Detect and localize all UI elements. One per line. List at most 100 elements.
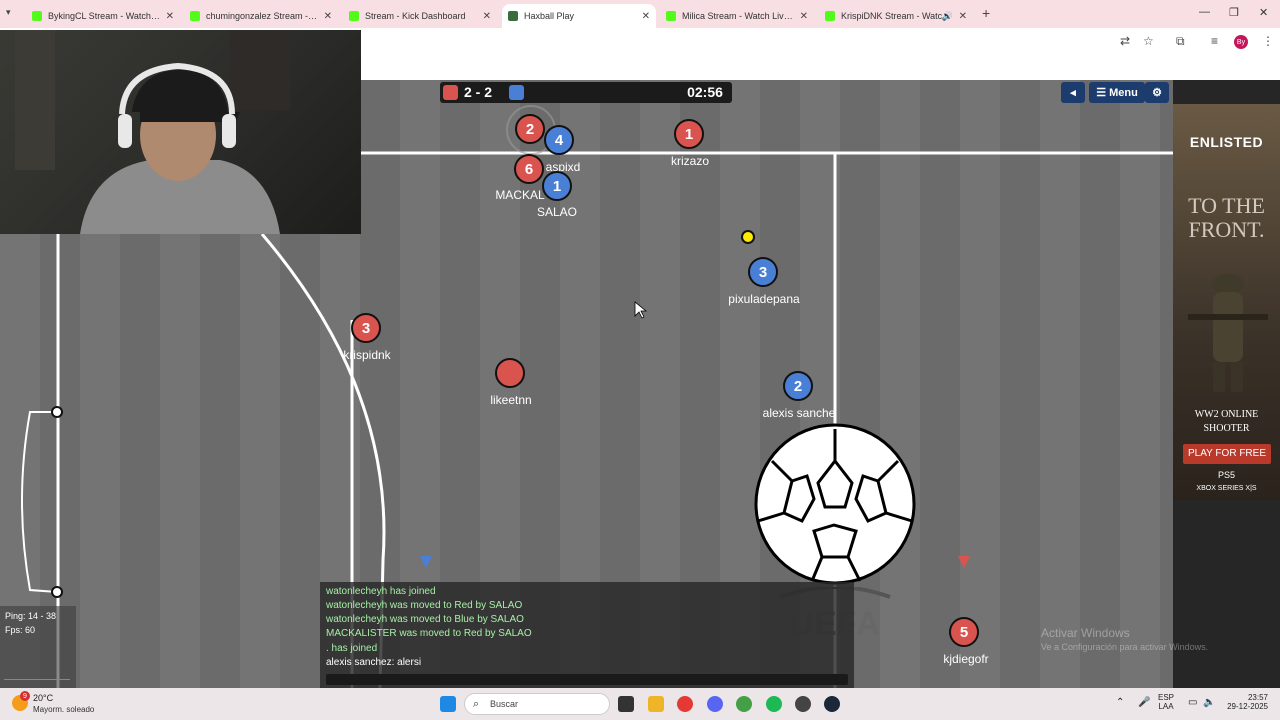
player-number: 3 [361, 319, 371, 337]
close-tab-icon[interactable]: ✕ [483, 11, 491, 22]
task-view-icon[interactable] [618, 696, 634, 712]
hamburger-icon: ☰ [1096, 87, 1107, 99]
player-blue: 3 [748, 257, 778, 287]
weather-description: Mayorm. soleado [33, 705, 95, 714]
close-window-icon[interactable]: ✕ [1259, 6, 1268, 19]
tray-chevron-icon[interactable]: ⌃ [1116, 697, 1124, 708]
score-text: 2 - 2 [464, 84, 493, 100]
close-tab-icon[interactable]: ✕ [800, 11, 808, 22]
chrome-icon[interactable] [677, 696, 693, 712]
tab-title: chumingonzalez Stream - Watc [206, 11, 318, 21]
game-ball [741, 230, 755, 244]
soldier-image-icon [1188, 274, 1268, 392]
chat-message: alexis sanchez: alersi [326, 657, 422, 668]
clock-date: 29-12-2025 [1227, 702, 1268, 711]
blue-team-icon [509, 85, 524, 100]
close-tab-icon[interactable]: ✕ [324, 11, 332, 22]
minimize-icon[interactable]: — [1199, 6, 1210, 18]
kick-favicon-icon [32, 11, 42, 21]
match-timer: 02:56 [687, 84, 723, 100]
player-number: 6 [524, 160, 534, 178]
browser-tab-bar: ▾ BykingCL Stream - Watch Live o ✕ chumi… [0, 0, 1280, 28]
media-control-icon[interactable]: ≡ [1211, 34, 1218, 48]
tab-krispidnk[interactable]: KrispiDNK Stream - Watch L 🔊 ✕ [819, 4, 973, 28]
close-tab-icon[interactable]: ✕ [642, 11, 650, 22]
volume-icon[interactable]: 🔈 [1203, 697, 1215, 708]
player-number: 5 [959, 623, 969, 641]
kick-favicon-icon [666, 11, 676, 21]
fps-text: Fps: 60 [5, 625, 36, 635]
ps5-label: PS5 [1217, 470, 1235, 480]
settings-gear-icon[interactable]: ⚙ [1145, 82, 1169, 103]
close-tab-icon[interactable]: ✕ [166, 11, 174, 22]
bookmark-star-icon[interactable]: ☆ [1143, 34, 1154, 48]
chat-message: . has joined [326, 643, 378, 654]
tab-title: Stream - Kick Dashboard [365, 11, 466, 21]
player-number: 2 [793, 377, 803, 395]
watermark-title: Activar Windows [1041, 626, 1130, 640]
tab-chumingonzalez[interactable]: chumingonzalez Stream - Watc ✕ [184, 4, 338, 28]
player-blue: 4 [544, 125, 574, 155]
language-code: ESP [1158, 693, 1175, 702]
player-number: 4 [554, 131, 564, 149]
network-icon[interactable]: ▭ [1188, 697, 1197, 708]
menu-label: Menu [1109, 86, 1138, 99]
spotify-icon[interactable] [766, 696, 782, 712]
chat-panel: watonlecheyh has joined watonlecheyh was… [320, 582, 854, 688]
red-team-icon [443, 85, 458, 100]
ping-graph [4, 679, 70, 680]
tab-haxball-play[interactable]: Haxball Play ✕ [502, 4, 656, 28]
ping-panel: Ping: 14 - 38 Fps: 60 [0, 606, 76, 688]
ad-headline: TO THE FRONT. [1188, 193, 1265, 242]
chat-message: MACKALISTER was moved to Red by SALAO [326, 628, 532, 639]
player-red: 6 [514, 154, 544, 184]
windows-taskbar: 9 20°C Mayorm. soleado ⌕ Buscar ⌃ 🎤 ESP … [0, 688, 1280, 720]
tab-milica[interactable]: Milica Stream - Watch Live on K ✕ [660, 4, 814, 28]
tab-title: Haxball Play [524, 11, 575, 21]
player-blue: 1 [542, 171, 572, 201]
translate-icon[interactable]: ⇄ [1120, 34, 1130, 48]
player-blue: 2 [783, 371, 813, 401]
chrome-active-icon[interactable] [736, 696, 752, 712]
play-for-free-button[interactable]: PLAY FOR FREE [1183, 444, 1271, 464]
steam-icon[interactable] [824, 696, 840, 712]
player-number: 3 [758, 263, 768, 281]
windows-start-icon[interactable] [440, 696, 456, 712]
watermark-sub: Ve a Configuración para activar Windows. [1041, 642, 1209, 652]
xbox-label: XBOX SERIES X|S [1196, 485, 1257, 492]
more-menu-icon[interactable]: ⋮ [1262, 34, 1274, 48]
sound-icon[interactable]: ◂ [1061, 82, 1085, 103]
player-name: alexis sanche [762, 406, 836, 420]
ad-sub-line: SHOOTER [1203, 423, 1250, 434]
chat-input[interactable] [326, 674, 848, 685]
new-tab-button[interactable]: + [982, 5, 990, 21]
profile-avatar[interactable]: By [1234, 35, 1248, 49]
notification-badge: 9 [20, 691, 30, 701]
ad-subtitle: WW2 ONLINE SHOOTER [1173, 408, 1280, 436]
tab-title: Milica Stream - Watch Live on K [682, 11, 794, 21]
tab-title: KrispiDNK Stream - Watch L [841, 11, 953, 21]
tab-search-chevron-icon[interactable]: ▾ [6, 7, 11, 18]
extensions-icon[interactable]: ⧉ [1176, 34, 1185, 49]
discord-icon[interactable] [707, 696, 723, 712]
player-red: 3 [351, 313, 381, 343]
player-number: 2 [525, 120, 535, 138]
player-red: 2 [515, 114, 545, 144]
file-explorer-icon[interactable] [648, 696, 664, 712]
chat-message: watonlecheyh has joined [326, 586, 436, 597]
menu-button[interactable]: ☰ Menu [1089, 82, 1145, 103]
kick-favicon-icon [825, 11, 835, 21]
language-indicator[interactable]: ESP LAA [1158, 693, 1174, 711]
obs-icon[interactable] [795, 696, 811, 712]
player-name: likeetnn [490, 393, 532, 407]
speaker-icon[interactable]: 🔊 [942, 11, 953, 22]
tab-bykingcl[interactable]: BykingCL Stream - Watch Live o ✕ [26, 4, 180, 28]
enlisted-ad[interactable]: ENLISTED TO THE FRONT. WW2 ONLINE SHOOTE… [1173, 104, 1280, 500]
close-tab-icon[interactable]: ✕ [959, 11, 967, 22]
taskbar-search[interactable]: ⌕ Buscar [464, 693, 610, 715]
restore-icon[interactable]: ❐ [1229, 6, 1239, 19]
microphone-icon[interactable]: 🎤 [1138, 697, 1150, 708]
tab-kick-dashboard[interactable]: Stream - Kick Dashboard ✕ [343, 4, 497, 28]
clock[interactable]: 23:57 29-12-2025 [1220, 693, 1268, 711]
player-name: kjdiegofr [943, 652, 989, 666]
